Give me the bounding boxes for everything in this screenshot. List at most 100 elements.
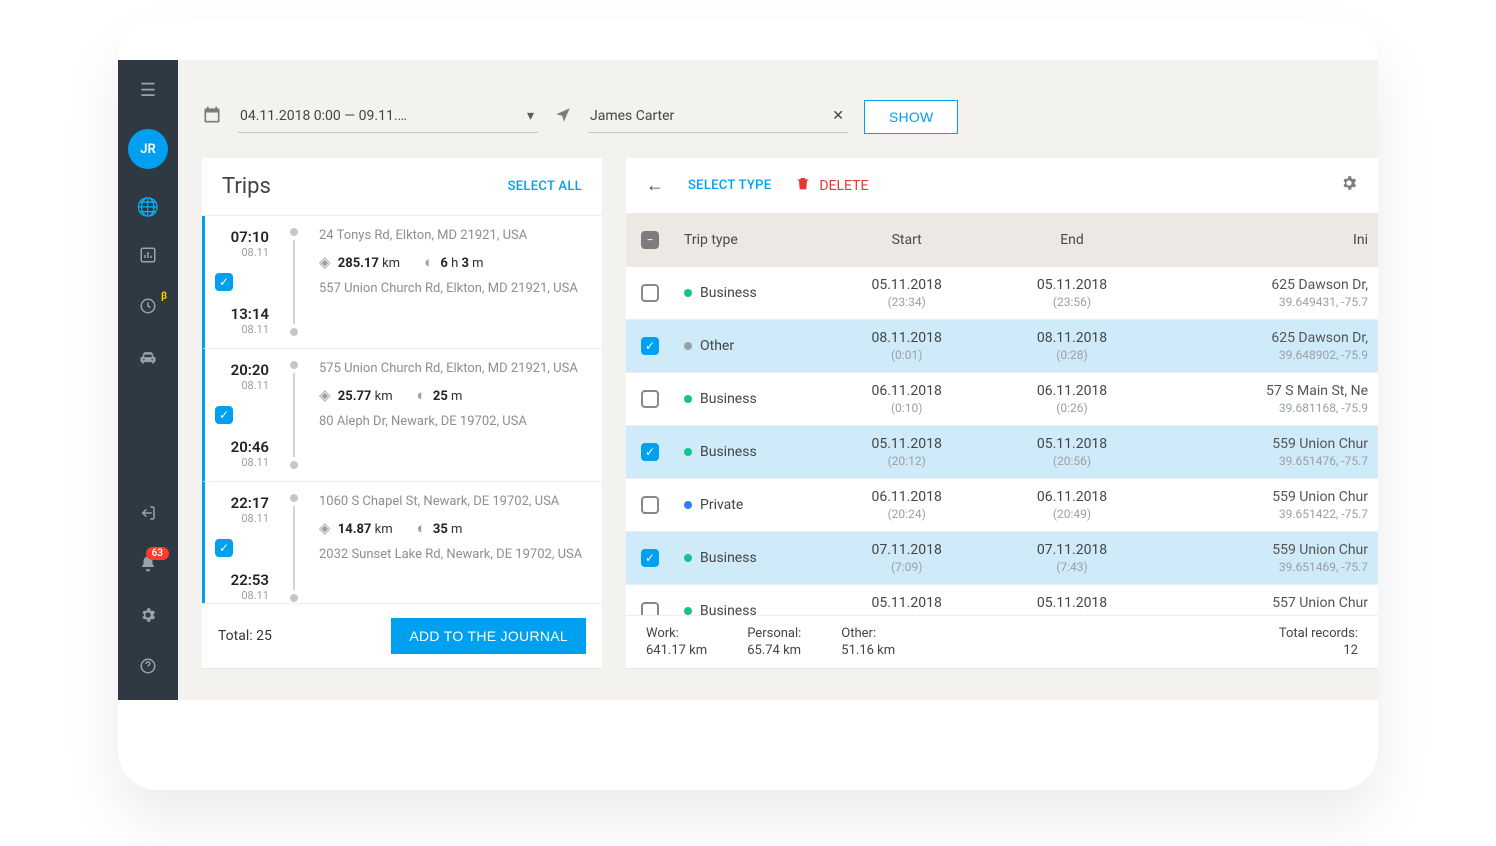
trip-checkbox[interactable]: ✓ <box>215 539 233 557</box>
trip-timeline <box>283 228 305 336</box>
car-icon[interactable] <box>138 348 158 373</box>
col-select[interactable]: − <box>626 213 674 267</box>
row-type: Private <box>674 479 824 532</box>
table-row[interactable]: Business 05.11.2018(23:34) 05.11.2018(23… <box>626 267 1378 320</box>
row-checkbox[interactable] <box>641 284 659 302</box>
trip-end-time: 20:46 <box>215 438 269 456</box>
date-range-value: 04.11.2018 0:00 — 09.11.… <box>240 108 407 124</box>
app-screen: ☰ JR 🌐 β 63 <box>118 60 1378 700</box>
row-type: Business <box>674 585 824 616</box>
table-row[interactable]: Private 06.11.2018(20:24) 06.11.2018(20:… <box>626 479 1378 532</box>
type-dot-icon <box>684 448 692 456</box>
trip-timeline <box>283 494 305 602</box>
row-checkbox[interactable]: ✓ <box>641 443 659 461</box>
row-type: Business <box>674 373 824 426</box>
type-dot-icon <box>684 607 692 615</box>
summary-personal: Personal: 65.74 km <box>747 626 801 658</box>
globe-icon[interactable]: 🌐 <box>137 197 159 218</box>
settings-icon[interactable] <box>139 606 157 629</box>
row-end: 06.11.2018(20:49) <box>989 479 1154 532</box>
show-button[interactable]: SHOW <box>864 100 958 134</box>
beta-badge: β <box>161 291 167 302</box>
menu-icon[interactable]: ☰ <box>140 80 156 101</box>
select-all-checkbox[interactable]: − <box>641 231 659 249</box>
location-arrow-icon <box>554 106 572 128</box>
trip-end-addr: 2032 Sunset Lake Rd, Newark, DE 19702, U… <box>319 547 586 562</box>
col-type[interactable]: Trip type <box>674 213 824 267</box>
route-icon: ◈ <box>319 386 331 404</box>
row-checkbox[interactable]: ✓ <box>641 337 659 355</box>
row-checkbox[interactable]: ✓ <box>641 549 659 567</box>
trash-icon <box>795 176 811 196</box>
clear-icon[interactable]: ✕ <box>832 108 844 124</box>
trip-start-date: 08.11 <box>215 379 269 392</box>
row-location: 57 S Main St, Ne39.681168, -75.9 <box>1155 373 1378 426</box>
row-checkbox[interactable] <box>641 496 659 514</box>
notification-badge: 63 <box>146 547 169 560</box>
trip-item[interactable]: 07:10 08.11 ✓ 13:14 08.11 24 Tonys Rd, E… <box>202 216 602 349</box>
trip-list[interactable]: 07:10 08.11 ✓ 13:14 08.11 24 Tonys Rd, E… <box>202 215 602 603</box>
help-icon[interactable] <box>139 657 157 680</box>
login-icon[interactable] <box>139 504 157 527</box>
table-row[interactable]: Business 05.11.2018(6:50) 05.11.2018(13:… <box>626 585 1378 616</box>
trip-metrics: ◈ 285.17 km ◐ 6 h 3 m <box>319 253 586 271</box>
trip-item[interactable]: 22:17 08.11 ✓ 22:53 08.11 1060 S Chapel … <box>202 482 602 603</box>
trip-checkbox[interactable]: ✓ <box>215 406 233 424</box>
row-checkbox[interactable] <box>641 602 659 615</box>
row-start: 05.11.2018(6:50) <box>824 585 989 616</box>
trip-end-time: 13:14 <box>215 305 269 323</box>
device-frame: ☰ JR 🌐 β 63 <box>118 20 1378 790</box>
row-start: 05.11.2018(23:34) <box>824 267 989 320</box>
row-start: 06.11.2018(20:24) <box>824 479 989 532</box>
add-to-journal-button[interactable]: ADD TO THE JOURNAL <box>391 618 586 654</box>
delete-button[interactable]: DELETE <box>795 176 868 196</box>
row-location: 625 Dawson Dr,39.649431, -75.7 <box>1155 267 1378 320</box>
person-field[interactable]: James Carter ✕ <box>588 102 848 133</box>
table-scroll[interactable]: − Trip type Start End Ini <box>626 213 1378 615</box>
trip-end-addr: 557 Union Church Rd, Elkton, MD 21921, U… <box>319 281 586 296</box>
trip-start-time: 20:20 <box>215 361 269 379</box>
table-row[interactable]: ✓ Other 08.11.2018(0:01) 08.11.2018(0:28… <box>626 320 1378 373</box>
gear-icon[interactable] <box>1340 174 1358 197</box>
back-arrow-icon[interactable]: ← <box>646 175 664 196</box>
route-icon: ◈ <box>319 253 331 271</box>
date-range-field[interactable]: 04.11.2018 0:00 — 09.11.… ▾ <box>238 102 538 133</box>
filter-bar: 04.11.2018 0:00 — 09.11.… ▾ James Carter… <box>178 60 1378 158</box>
reports-icon[interactable] <box>139 246 157 269</box>
row-start: 05.11.2018(20:12) <box>824 426 989 479</box>
row-checkbox[interactable] <box>641 390 659 408</box>
trip-start-time: 07:10 <box>215 228 269 246</box>
table-row[interactable]: Business 06.11.2018(0:10) 06.11.2018(0:2… <box>626 373 1378 426</box>
table-row[interactable]: ✓ Business 05.11.2018(20:12) 05.11.2018(… <box>626 426 1378 479</box>
summary-other: Other: 51.16 km <box>841 626 895 658</box>
trip-start-date: 08.11 <box>215 246 269 259</box>
trip-checkbox[interactable]: ✓ <box>215 273 233 291</box>
select-type-button[interactable]: SELECT TYPE <box>688 178 771 193</box>
trip-end-time: 22:53 <box>215 571 269 589</box>
row-end: 06.11.2018(0:26) <box>989 373 1154 426</box>
avatar[interactable]: JR <box>128 129 168 169</box>
trip-metrics: ◈ 25.77 km ◐ 25 m <box>319 386 586 404</box>
table-row[interactable]: ✓ Business 07.11.2018(7:09) 07.11.2018(7… <box>626 532 1378 585</box>
row-end: 05.11.2018(13:20) <box>989 585 1154 616</box>
col-start[interactable]: Start <box>824 213 989 267</box>
trip-table: − Trip type Start End Ini <box>626 213 1378 615</box>
calendar-icon[interactable] <box>202 105 222 129</box>
row-location: 625 Dawson Dr,39.648902, -75.9 <box>1155 320 1378 373</box>
table-toolbar: ← SELECT TYPE DELETE <box>626 158 1378 213</box>
notifications-icon[interactable]: 63 <box>139 555 157 578</box>
row-type: Business <box>674 267 824 320</box>
row-location: 559 Union Chur39.651469, -75.7 <box>1155 532 1378 585</box>
table-summary: Work: 641.17 km Personal: 65.74 km Other… <box>626 615 1378 668</box>
avatar-initials: JR <box>140 142 156 157</box>
col-init[interactable]: Ini <box>1155 213 1378 267</box>
row-location: 559 Union Chur39.651422, -75.7 <box>1155 479 1378 532</box>
moon-icon: ◐ <box>424 253 433 271</box>
trip-item[interactable]: 20:20 08.11 ✓ 20:46 08.11 575 Union Chur… <box>202 349 602 482</box>
col-end[interactable]: End <box>989 213 1154 267</box>
row-type: Other <box>674 320 824 373</box>
moon-icon: ◐ <box>417 519 426 537</box>
select-all-button[interactable]: SELECT ALL <box>508 179 582 194</box>
row-start: 08.11.2018(0:01) <box>824 320 989 373</box>
history-icon[interactable]: β <box>139 297 157 320</box>
